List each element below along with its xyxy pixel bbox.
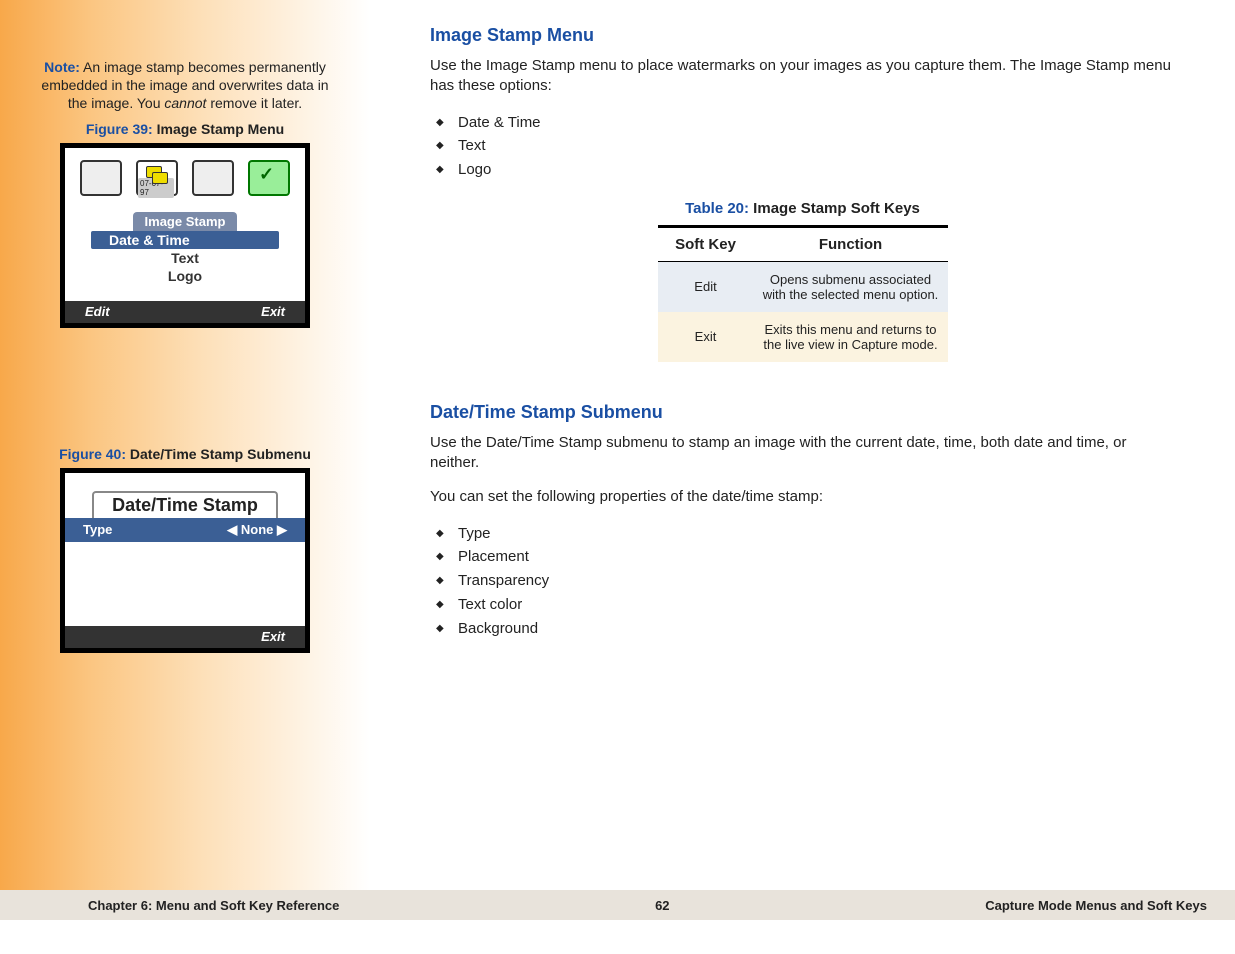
table-20-caption: Table 20: Image Stamp Soft Keys (430, 200, 1175, 217)
table-row: Exit Exits this menu and returns to the … (658, 312, 948, 362)
softkey-exit: Exit (261, 629, 285, 644)
list-item: Date & Time (458, 111, 1175, 135)
softkey-exit: Exit (261, 304, 285, 319)
figure-39-no: Figure 39: (86, 121, 153, 137)
camera-menu-item: Text (115, 249, 255, 267)
camera-icon: 07-07-97 (136, 160, 178, 196)
datetime-properties-list: Type Placement Transparency Text color B… (430, 522, 1175, 641)
table-cell: Exit (658, 312, 754, 362)
table-row: Edit Opens submenu associated with the s… (658, 261, 948, 312)
figure-40-title: Date/Time Stamp Submenu (126, 446, 311, 462)
list-item: Text (458, 134, 1175, 158)
table-20-no: Table 20: (685, 200, 749, 217)
table-20-title: Image Stamp Soft Keys (749, 200, 920, 217)
list-item: Type (458, 522, 1175, 546)
table-cell: Exits this menu and returns to the live … (754, 312, 948, 362)
image-stamp-options-list: Date & Time Text Logo (430, 111, 1175, 182)
table-header: Function (754, 226, 948, 261)
footer-page-number: 62 (655, 898, 669, 913)
table-header: Soft Key (658, 226, 754, 261)
camera-submenu-title: Date/Time Stamp (92, 491, 278, 518)
paragraph: Use the Date/Time Stamp submenu to stamp… (430, 433, 1175, 474)
softkey-table: Soft Key Function Edit Opens submenu ass… (658, 225, 948, 362)
figure-39-screenshot: 07-07-97 Image Stamp Date & Time Text Lo… (60, 143, 310, 328)
figure-39-title: Image Stamp Menu (153, 121, 284, 137)
figure-39-caption: Figure 39: Image Stamp Menu (30, 121, 340, 137)
camera-softkey-bar: Exit (65, 626, 305, 648)
check-icon (248, 160, 290, 196)
note-cannot: cannot (164, 95, 206, 111)
sidebar-column: Note: An image stamp becomes permanently… (0, 0, 370, 890)
paragraph: Use the Image Stamp menu to place waterm… (430, 56, 1175, 97)
note-block: Note: An image stamp becomes permanently… (30, 58, 340, 113)
camera-menu-body: Image Stamp Date & Time Text Logo (65, 208, 305, 301)
camera-tab-bar: 07-07-97 (65, 148, 305, 208)
list-item: Placement (458, 545, 1175, 569)
list-icon (80, 160, 122, 196)
figure-40-caption: Figure 40: Date/Time Stamp Submenu (30, 446, 340, 462)
list-item: Text color (458, 593, 1175, 617)
paragraph: You can set the following properties of … (430, 487, 1175, 507)
table-cell: Edit (658, 261, 754, 312)
camera-softkey-bar: Edit Exit (65, 301, 305, 323)
page-footer: Chapter 6: Menu and Soft Key Reference 6… (0, 890, 1235, 920)
note-text-b: remove it later. (206, 95, 302, 111)
footer-left: Chapter 6: Menu and Soft Key Reference (88, 898, 339, 913)
drive-icon (192, 160, 234, 196)
submenu-row-value: None (227, 522, 287, 538)
camera-menu-item: Date & Time (91, 231, 279, 249)
camera-menu-item: Logo (115, 267, 255, 285)
heading-datetime-stamp: Date/Time Stamp Submenu (430, 402, 1175, 423)
footer-right: Capture Mode Menus and Soft Keys (985, 898, 1207, 913)
list-item: Background (458, 617, 1175, 641)
note-label: Note: (44, 59, 80, 75)
submenu-row-label: Type (83, 522, 112, 537)
main-column: Image Stamp Menu Use the Image Stamp men… (370, 0, 1235, 890)
list-item: Logo (458, 158, 1175, 182)
figure-40-no: Figure 40: (59, 446, 126, 462)
list-item: Transparency (458, 569, 1175, 593)
heading-image-stamp: Image Stamp Menu (430, 25, 1175, 46)
table-cell: Opens submenu associated with the select… (754, 261, 948, 312)
figure-40-screenshot: Date/Time Stamp Type None Exit (60, 468, 310, 653)
date-badge: 07-07-97 (138, 178, 174, 198)
softkey-edit: Edit (85, 304, 110, 319)
camera-submenu-row: Type None (65, 518, 305, 542)
camera-submenu-body: Date/Time Stamp Type None (65, 473, 305, 626)
camera-menu-title: Image Stamp (133, 212, 238, 231)
